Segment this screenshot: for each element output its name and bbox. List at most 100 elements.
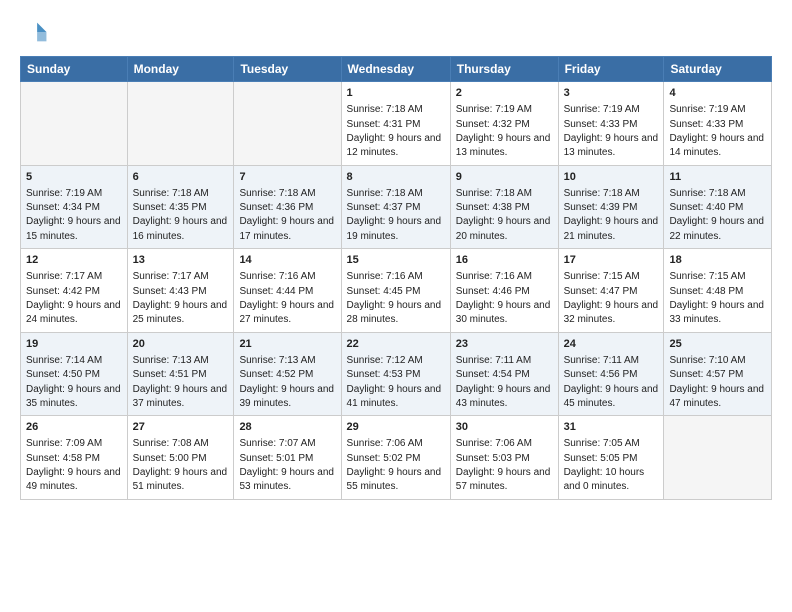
weekday-header: Friday [558, 57, 664, 82]
calendar-cell: 24 Sunrise: 7:11 AMSunset: 4:56 PMDaylig… [558, 332, 664, 416]
day-number: 12 [26, 253, 122, 268]
day-number: 15 [347, 253, 445, 268]
day-info: Sunrise: 7:16 AMSunset: 4:44 PMDaylight:… [239, 271, 334, 325]
day-info: Sunrise: 7:13 AMSunset: 4:51 PMDaylight:… [133, 355, 228, 409]
calendar-cell: 26 Sunrise: 7:09 AMSunset: 4:58 PMDaylig… [21, 416, 128, 500]
calendar-cell: 31 Sunrise: 7:05 AMSunset: 5:05 PMDaylig… [558, 416, 664, 500]
day-info: Sunrise: 7:09 AMSunset: 4:58 PMDaylight:… [26, 438, 121, 492]
weekday-header: Tuesday [234, 57, 341, 82]
day-number: 19 [26, 337, 122, 352]
day-number: 20 [133, 337, 229, 352]
day-info: Sunrise: 7:18 AMSunset: 4:35 PMDaylight:… [133, 188, 228, 242]
calendar-cell: 27 Sunrise: 7:08 AMSunset: 5:00 PMDaylig… [127, 416, 234, 500]
calendar-cell: 8 Sunrise: 7:18 AMSunset: 4:37 PMDayligh… [341, 165, 450, 249]
calendar-cell: 18 Sunrise: 7:15 AMSunset: 4:48 PMDaylig… [664, 249, 772, 333]
day-info: Sunrise: 7:19 AMSunset: 4:34 PMDaylight:… [26, 188, 121, 242]
calendar-week-row: 1 Sunrise: 7:18 AMSunset: 4:31 PMDayligh… [21, 82, 772, 166]
calendar-cell: 3 Sunrise: 7:19 AMSunset: 4:33 PMDayligh… [558, 82, 664, 166]
weekday-header: Thursday [450, 57, 558, 82]
day-number: 16 [456, 253, 553, 268]
calendar-cell: 9 Sunrise: 7:18 AMSunset: 4:38 PMDayligh… [450, 165, 558, 249]
day-number: 22 [347, 337, 445, 352]
calendar-cell: 13 Sunrise: 7:17 AMSunset: 4:43 PMDaylig… [127, 249, 234, 333]
calendar-cell: 22 Sunrise: 7:12 AMSunset: 4:53 PMDaylig… [341, 332, 450, 416]
day-info: Sunrise: 7:06 AMSunset: 5:03 PMDaylight:… [456, 438, 551, 492]
day-number: 1 [347, 86, 445, 101]
day-info: Sunrise: 7:15 AMSunset: 4:48 PMDaylight:… [669, 271, 764, 325]
day-info: Sunrise: 7:19 AMSunset: 4:33 PMDaylight:… [669, 104, 764, 158]
day-info: Sunrise: 7:16 AMSunset: 4:46 PMDaylight:… [456, 271, 551, 325]
calendar-cell: 20 Sunrise: 7:13 AMSunset: 4:51 PMDaylig… [127, 332, 234, 416]
day-number: 27 [133, 420, 229, 435]
day-number: 10 [564, 170, 659, 185]
calendar-week-row: 19 Sunrise: 7:14 AMSunset: 4:50 PMDaylig… [21, 332, 772, 416]
day-info: Sunrise: 7:19 AMSunset: 4:33 PMDaylight:… [564, 104, 659, 158]
day-number: 26 [26, 420, 122, 435]
day-info: Sunrise: 7:12 AMSunset: 4:53 PMDaylight:… [347, 355, 442, 409]
calendar-cell [664, 416, 772, 500]
day-number: 6 [133, 170, 229, 185]
day-info: Sunrise: 7:18 AMSunset: 4:31 PMDaylight:… [347, 104, 442, 158]
day-number: 5 [26, 170, 122, 185]
weekday-header: Saturday [664, 57, 772, 82]
day-info: Sunrise: 7:07 AMSunset: 5:01 PMDaylight:… [239, 438, 334, 492]
calendar-cell: 1 Sunrise: 7:18 AMSunset: 4:31 PMDayligh… [341, 82, 450, 166]
calendar-cell [234, 82, 341, 166]
day-info: Sunrise: 7:16 AMSunset: 4:45 PMDaylight:… [347, 271, 442, 325]
calendar-table: SundayMondayTuesdayWednesdayThursdayFrid… [20, 56, 772, 500]
calendar-cell: 25 Sunrise: 7:10 AMSunset: 4:57 PMDaylig… [664, 332, 772, 416]
calendar-cell: 30 Sunrise: 7:06 AMSunset: 5:03 PMDaylig… [450, 416, 558, 500]
day-info: Sunrise: 7:10 AMSunset: 4:57 PMDaylight:… [669, 355, 764, 409]
day-number: 18 [669, 253, 766, 268]
calendar-cell: 21 Sunrise: 7:13 AMSunset: 4:52 PMDaylig… [234, 332, 341, 416]
calendar-cell: 12 Sunrise: 7:17 AMSunset: 4:42 PMDaylig… [21, 249, 128, 333]
day-number: 11 [669, 170, 766, 185]
calendar-cell: 28 Sunrise: 7:07 AMSunset: 5:01 PMDaylig… [234, 416, 341, 500]
logo [20, 18, 52, 46]
day-info: Sunrise: 7:08 AMSunset: 5:00 PMDaylight:… [133, 438, 228, 492]
day-info: Sunrise: 7:19 AMSunset: 4:32 PMDaylight:… [456, 104, 551, 158]
calendar-header-row: SundayMondayTuesdayWednesdayThursdayFrid… [21, 57, 772, 82]
day-number: 25 [669, 337, 766, 352]
day-info: Sunrise: 7:18 AMSunset: 4:40 PMDaylight:… [669, 188, 764, 242]
weekday-header: Wednesday [341, 57, 450, 82]
calendar-cell: 10 Sunrise: 7:18 AMSunset: 4:39 PMDaylig… [558, 165, 664, 249]
day-info: Sunrise: 7:05 AMSunset: 5:05 PMDaylight:… [564, 438, 645, 492]
calendar-cell: 29 Sunrise: 7:06 AMSunset: 5:02 PMDaylig… [341, 416, 450, 500]
day-number: 21 [239, 337, 335, 352]
day-number: 3 [564, 86, 659, 101]
day-number: 14 [239, 253, 335, 268]
day-number: 28 [239, 420, 335, 435]
day-number: 17 [564, 253, 659, 268]
day-info: Sunrise: 7:13 AMSunset: 4:52 PMDaylight:… [239, 355, 334, 409]
day-number: 13 [133, 253, 229, 268]
calendar-cell: 4 Sunrise: 7:19 AMSunset: 4:33 PMDayligh… [664, 82, 772, 166]
page: SundayMondayTuesdayWednesdayThursdayFrid… [0, 0, 792, 514]
calendar-week-row: 12 Sunrise: 7:17 AMSunset: 4:42 PMDaylig… [21, 249, 772, 333]
day-info: Sunrise: 7:11 AMSunset: 4:54 PMDaylight:… [456, 355, 551, 409]
calendar-cell: 5 Sunrise: 7:19 AMSunset: 4:34 PMDayligh… [21, 165, 128, 249]
day-info: Sunrise: 7:18 AMSunset: 4:39 PMDaylight:… [564, 188, 659, 242]
calendar-cell: 23 Sunrise: 7:11 AMSunset: 4:54 PMDaylig… [450, 332, 558, 416]
day-number: 7 [239, 170, 335, 185]
day-number: 9 [456, 170, 553, 185]
day-info: Sunrise: 7:17 AMSunset: 4:43 PMDaylight:… [133, 271, 228, 325]
day-info: Sunrise: 7:18 AMSunset: 4:36 PMDaylight:… [239, 188, 334, 242]
day-info: Sunrise: 7:18 AMSunset: 4:37 PMDaylight:… [347, 188, 442, 242]
calendar-cell: 14 Sunrise: 7:16 AMSunset: 4:44 PMDaylig… [234, 249, 341, 333]
day-number: 30 [456, 420, 553, 435]
calendar-cell [21, 82, 128, 166]
day-info: Sunrise: 7:14 AMSunset: 4:50 PMDaylight:… [26, 355, 121, 409]
calendar-week-row: 5 Sunrise: 7:19 AMSunset: 4:34 PMDayligh… [21, 165, 772, 249]
day-info: Sunrise: 7:06 AMSunset: 5:02 PMDaylight:… [347, 438, 442, 492]
day-info: Sunrise: 7:11 AMSunset: 4:56 PMDaylight:… [564, 355, 659, 409]
day-number: 8 [347, 170, 445, 185]
day-number: 23 [456, 337, 553, 352]
calendar-cell: 16 Sunrise: 7:16 AMSunset: 4:46 PMDaylig… [450, 249, 558, 333]
day-number: 2 [456, 86, 553, 101]
logo-icon [20, 18, 48, 46]
calendar-cell: 7 Sunrise: 7:18 AMSunset: 4:36 PMDayligh… [234, 165, 341, 249]
calendar-cell [127, 82, 234, 166]
day-info: Sunrise: 7:15 AMSunset: 4:47 PMDaylight:… [564, 271, 659, 325]
day-number: 24 [564, 337, 659, 352]
